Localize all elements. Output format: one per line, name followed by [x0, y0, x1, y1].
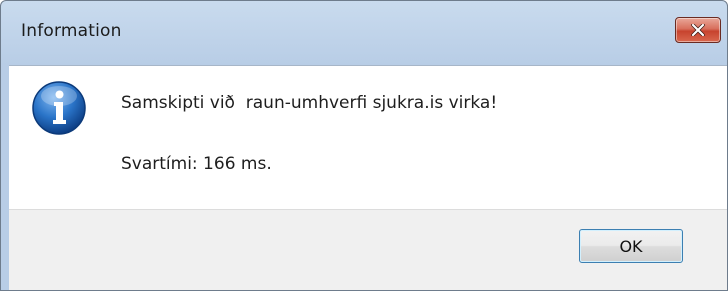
- close-button[interactable]: [675, 17, 721, 43]
- title-bar[interactable]: Information: [1, 1, 727, 65]
- dialog-window: Information Samskipti við raun-umhverfi …: [0, 0, 728, 291]
- button-bar: OK: [9, 209, 727, 290]
- close-icon: [691, 24, 705, 36]
- response-time-text: Svartími: 166 ms.: [121, 154, 272, 174]
- message-text: Samskipti við raun-umhverfi sjukra.is vi…: [121, 93, 498, 113]
- message-area: Samskipti við raun-umhverfi sjukra.is vi…: [9, 65, 727, 209]
- window-title: Information: [21, 21, 122, 41]
- ok-button[interactable]: OK: [579, 229, 683, 263]
- info-icon: [32, 81, 86, 135]
